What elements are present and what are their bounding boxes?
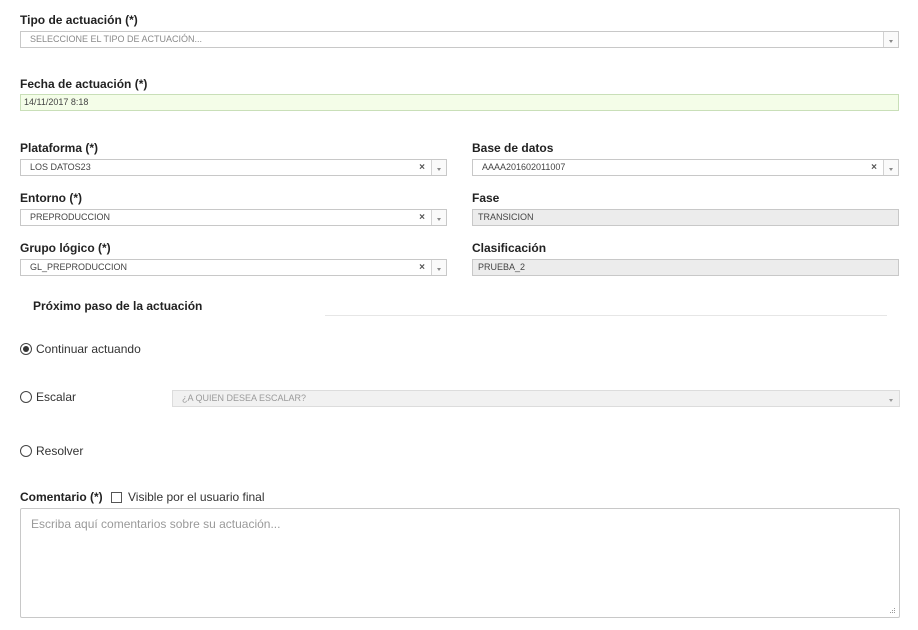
fase-field: TRANSICION [472, 209, 899, 226]
comentario-placeholder: Escriba aquí comentarios sobre su actuac… [31, 517, 281, 531]
chevron-down-icon[interactable] [883, 160, 898, 175]
tipo-actuacion-label: Tipo de actuación (*) [20, 13, 138, 27]
radio-resolver-label: Resolver [36, 444, 84, 458]
plataforma-label: Plataforma (*) [20, 141, 99, 155]
close-icon[interactable]: × [868, 160, 880, 175]
fase-value: TRANSICION [478, 212, 534, 222]
escalar-select[interactable]: ¿A QUIEN DESEA ESCALAR? [172, 390, 900, 407]
radio-continuar-label: Continuar actuando [36, 342, 141, 356]
chevron-down-icon[interactable] [884, 391, 899, 406]
chevron-down-icon[interactable] [431, 160, 446, 175]
comentario-textarea[interactable]: Escriba aquí comentarios sobre su actuac… [20, 508, 900, 618]
radio-escalar-input[interactable] [20, 391, 32, 403]
fase-label: Fase [472, 191, 500, 205]
radio-resolver-input[interactable] [20, 445, 32, 457]
entorno-value: PREPRODUCCION [30, 212, 111, 222]
base-datos-select[interactable]: AAAA201602011007 × [472, 159, 899, 176]
plataforma-select[interactable]: LOS DATOS23 × [20, 159, 447, 176]
comentario-label: Comentario (*) [20, 490, 103, 504]
tipo-actuacion-select[interactable]: SELECCIONE EL TIPO DE ACTUACIÓN... [20, 31, 899, 48]
tipo-actuacion-placeholder: SELECCIONE EL TIPO DE ACTUACIÓN... [30, 34, 203, 44]
entorno-select[interactable]: PREPRODUCCION × [20, 209, 447, 226]
clasificacion-label: Clasificación [472, 241, 547, 255]
close-icon[interactable]: × [416, 260, 428, 275]
escalar-placeholder: ¿A QUIEN DESEA ESCALAR? [182, 393, 307, 403]
grupo-logico-label: Grupo lógico (*) [20, 241, 111, 255]
chevron-down-icon[interactable] [431, 260, 446, 275]
base-datos-label: Base de datos [472, 141, 554, 155]
chevron-down-icon[interactable] [883, 32, 898, 47]
resize-grip-icon[interactable] [890, 608, 896, 614]
visible-usuario-checkbox[interactable] [111, 492, 122, 503]
close-icon[interactable]: × [416, 160, 428, 175]
fecha-actuacion-value: 14/11/2017 8:18 [24, 97, 89, 107]
radio-continuar[interactable]: Continuar actuando [20, 342, 141, 356]
radio-resolver[interactable]: Resolver [20, 444, 83, 458]
base-datos-value: AAAA201602011007 [482, 162, 566, 172]
clasificacion-field: PRUEBA_2 [472, 259, 899, 276]
clasificacion-value: PRUEBA_2 [478, 262, 526, 272]
radio-escalar[interactable]: Escalar [20, 390, 76, 404]
grupo-logico-select[interactable]: GL_PREPRODUCCION × [20, 259, 447, 276]
fecha-actuacion-input[interactable]: 14/11/2017 8:18 [20, 94, 899, 111]
close-icon[interactable]: × [416, 210, 428, 225]
radio-escalar-label: Escalar [36, 390, 77, 404]
plataforma-value: LOS DATOS23 [30, 162, 91, 172]
fecha-actuacion-label: Fecha de actuación (*) [20, 77, 148, 91]
entorno-label: Entorno (*) [20, 191, 82, 205]
grupo-logico-value: GL_PREPRODUCCION [30, 262, 128, 272]
visible-usuario-label: Visible por el usuario final [128, 490, 265, 504]
section-divider [325, 315, 887, 316]
radio-continuar-input[interactable] [20, 343, 32, 355]
proximo-paso-title: Próximo paso de la actuación [33, 299, 203, 313]
chevron-down-icon[interactable] [431, 210, 446, 225]
